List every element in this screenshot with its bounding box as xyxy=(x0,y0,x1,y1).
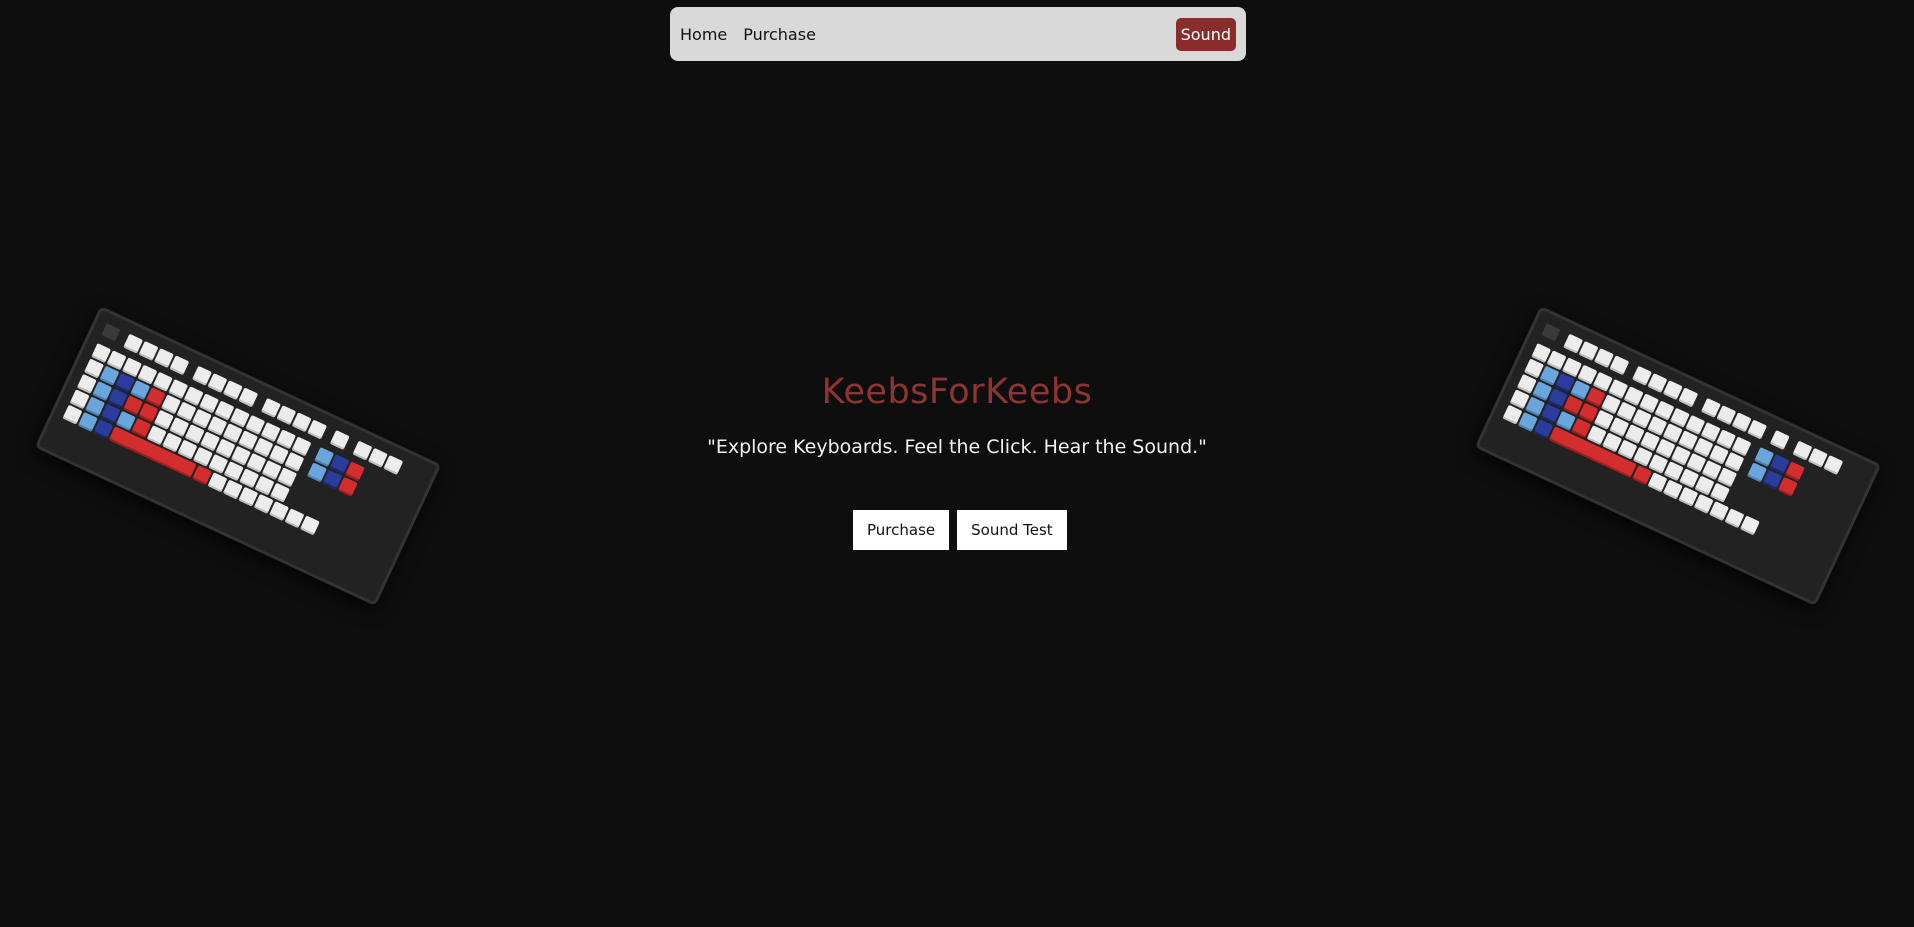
hero-title: KeebsForKeebs xyxy=(821,372,1093,412)
keycap xyxy=(1739,515,1760,536)
keyboard-logo-icon: /// M xyxy=(186,488,205,511)
nav-sound-button[interactable]: Sound xyxy=(1175,17,1236,51)
purchase-button[interactable]: Purchase xyxy=(853,510,950,550)
navbar: Home Purchase Sound xyxy=(670,7,1246,61)
cta-row: Purchase Sound Test xyxy=(853,510,1067,550)
keycap xyxy=(299,515,320,536)
keycap xyxy=(100,323,121,344)
nav-home-link[interactable]: Home xyxy=(680,25,727,44)
keyboard-logo-icon: /// M xyxy=(1626,488,1645,511)
sound-test-button[interactable]: Sound Test xyxy=(957,510,1067,550)
keycap xyxy=(1540,323,1561,344)
hero-tagline: "Explore Keyboards. Feel the Click. Hear… xyxy=(707,436,1207,458)
page: Home Purchase Sound /// M /// M KeebsFor… xyxy=(0,0,1914,927)
nav-purchase-link[interactable]: Purchase xyxy=(743,25,816,44)
